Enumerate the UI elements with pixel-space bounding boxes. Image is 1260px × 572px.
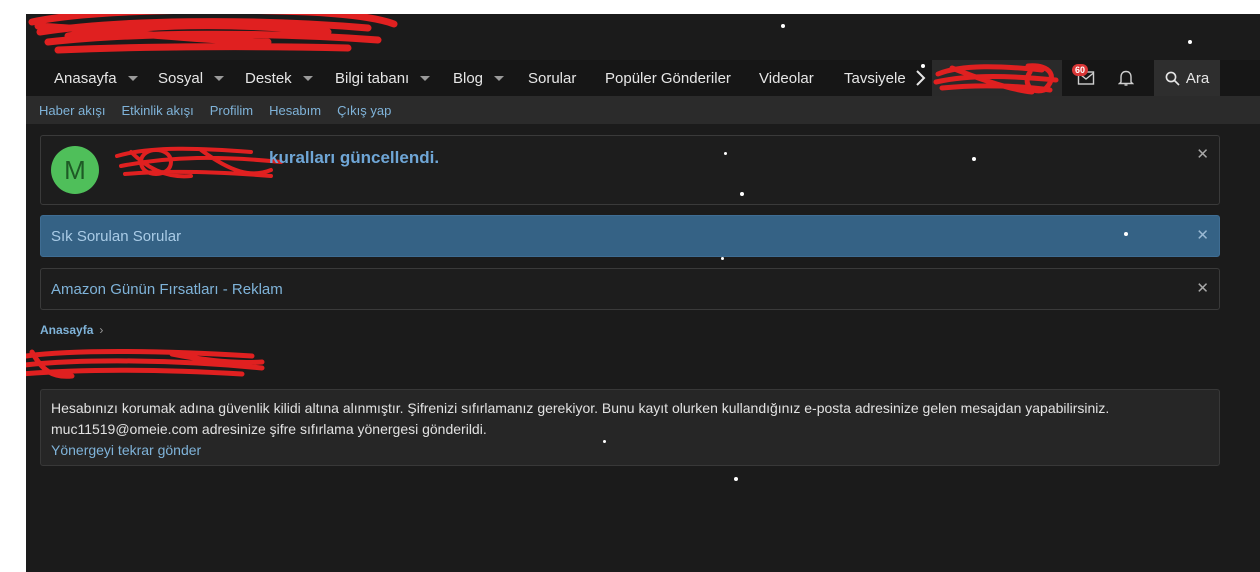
nav-scroll-right-button[interactable] (908, 60, 932, 96)
notifications-button[interactable] (1106, 60, 1146, 96)
search-icon (1165, 71, 1180, 86)
caret-down-icon[interactable] (214, 76, 225, 81)
snow-dot (603, 440, 606, 443)
search-label: Ara (1185, 69, 1210, 87)
breadcrumb-home[interactable]: Anasayfa (40, 323, 93, 337)
nav-item-label: Tavsiyele (844, 69, 906, 87)
forum-page: Anasayfa Sosyal Destek Bilgi tabanı Blog… (26, 14, 1260, 572)
nav-item-label: Destek (245, 69, 292, 87)
nav-item-label: Sorular (528, 69, 577, 87)
snow-dot (921, 64, 925, 68)
subnav-link-haber-akisi[interactable]: Haber akışı (39, 103, 105, 118)
chevron-right-icon: › (99, 323, 104, 337)
snow-dot (972, 157, 976, 161)
nav-item-bilgi-tabani[interactable]: Bilgi tabanı (335, 60, 431, 96)
faq-notice: Sık Sorulan Sorular ✕ (40, 215, 1220, 257)
nav-item-blog[interactable]: Blog (453, 60, 505, 96)
nav-item-destek[interactable]: Destek (245, 60, 313, 96)
caret-down-icon[interactable] (302, 76, 313, 81)
nav-item-videolar[interactable]: Videolar (759, 60, 814, 96)
snow-dot (781, 24, 785, 28)
rules-updated-notice: M kuralları güncellendi. ✕ (40, 135, 1220, 205)
close-icon[interactable]: ✕ (1196, 279, 1209, 297)
redacted-forum-name-scribble (115, 146, 283, 179)
subnav-link-etkinlik-akisi[interactable]: Etkinlik akışı (121, 103, 193, 118)
nav-item-tavsiyeler[interactable]: Tavsiyele (844, 60, 910, 96)
nav-item-label: Sosyal (158, 69, 204, 87)
message-line-1: Hesabınızı korumak adına güvenlik kilidi… (51, 400, 1110, 416)
snow-dot (740, 192, 744, 196)
subnav-link-cikis-yap[interactable]: Çıkış yap (337, 103, 391, 118)
message-line-2: muc11519@omeie.com adresinize şifre sıfı… (51, 421, 487, 437)
faq-link[interactable]: Sık Sorulan Sorular (51, 228, 181, 245)
ad-notice: Amazon Günün Fırsatları - Reklam ✕ (40, 268, 1220, 310)
close-icon[interactable]: ✕ (1196, 226, 1209, 244)
nav-item-sosyal[interactable]: Sosyal (158, 60, 225, 96)
nav-item-label: Blog (453, 69, 484, 87)
search-button[interactable]: Ara (1154, 60, 1220, 96)
nav-item-label: Bilgi tabanı (335, 69, 410, 87)
security-lock-message: Hesabınızı korumak adına güvenlik kilidi… (40, 389, 1220, 466)
redacted-username-scribble (933, 63, 1059, 95)
nav-item-label: Popüler Gönderiler (605, 69, 731, 87)
snow-dot (721, 257, 724, 260)
caret-down-icon[interactable] (494, 76, 505, 81)
resend-instructions-link[interactable]: Yönergeyi tekrar gönder (51, 440, 1209, 461)
sub-nav: Haber akışı Etkinlik akışı Profilim Hesa… (26, 96, 1260, 124)
snow-dot (724, 152, 727, 155)
snow-dot (1124, 232, 1128, 236)
caret-down-icon[interactable] (127, 76, 138, 81)
nav-item-anasayfa[interactable]: Anasayfa (54, 60, 138, 96)
snow-dot (1188, 40, 1192, 44)
user-account-menu[interactable] (932, 60, 1062, 96)
nav-item-populer-gonderiler[interactable]: Popüler Gönderiler (605, 60, 731, 96)
chevron-right-icon (916, 70, 926, 86)
redacted-page-title-scribble (26, 349, 265, 379)
bell-icon (1118, 70, 1134, 86)
nav-item-label: Anasayfa (54, 69, 117, 87)
nav-item-sorular[interactable]: Sorular (528, 60, 576, 96)
subnav-link-profilim[interactable]: Profilim (210, 103, 253, 118)
close-icon[interactable]: ✕ (1196, 145, 1209, 163)
caret-down-icon[interactable] (420, 76, 431, 81)
inbox-count-badge: 60 (1072, 64, 1089, 76)
breadcrumb: Anasayfa › (40, 323, 103, 337)
subnav-link-hesabim[interactable]: Hesabım (269, 103, 321, 118)
avatar[interactable]: M (51, 146, 99, 194)
snow-dot (734, 477, 738, 481)
notice-title[interactable]: kuralları güncellendi. (269, 148, 439, 168)
nav-item-label: Videolar (759, 69, 814, 87)
ad-link[interactable]: Amazon Günün Fırsatları - Reklam (51, 281, 283, 298)
